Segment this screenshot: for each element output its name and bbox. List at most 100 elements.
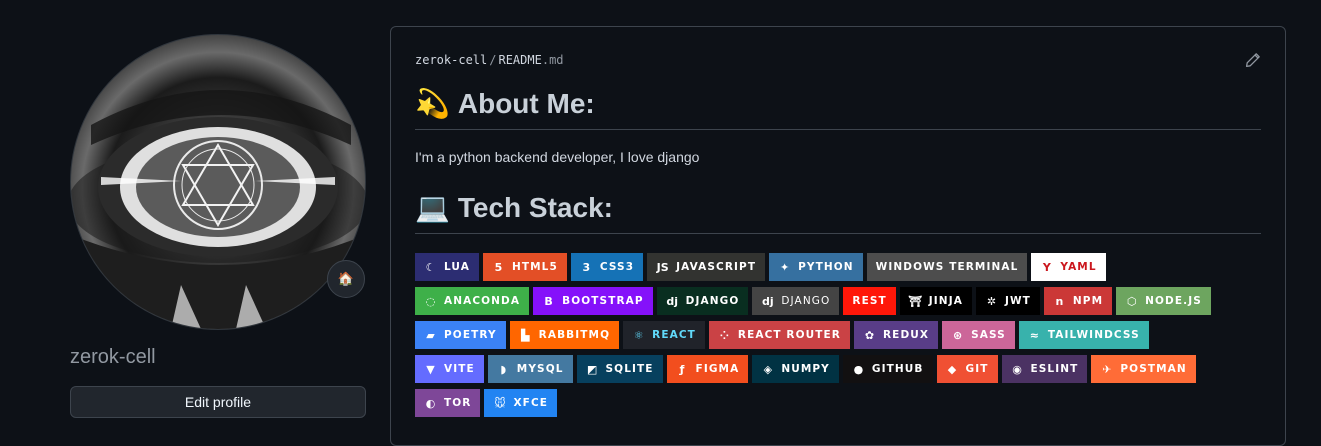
badge-label: GITHUB [871, 363, 924, 375]
badge-tailwindcss[interactable]: ≈ TAILWINDCSS [1018, 321, 1149, 349]
badge-label: SQLITE [605, 363, 654, 375]
badge-lua[interactable]: ☾ LUA [415, 253, 479, 281]
house-icon: 🏠 [337, 271, 355, 286]
badge-label: ANACONDA [444, 295, 521, 307]
avatar-container: 🏠 [70, 34, 366, 330]
file-extension: .md [541, 53, 564, 67]
poetry-icon: ▰ [426, 328, 435, 342]
about-text: I'm a python backend developer, I love d… [415, 149, 700, 165]
badge-javascript[interactable]: JS JAVASCRIPT [647, 253, 766, 281]
badge-django[interactable]: dj DJANGO [656, 287, 749, 315]
badge-git[interactable]: ◆ GIT [936, 355, 998, 383]
django-icon: dj [666, 294, 678, 308]
badge-html5[interactable]: 5 HTML5 [482, 253, 567, 281]
badge-yaml[interactable]: Y YAML [1031, 253, 1106, 281]
badge-numpy[interactable]: ◈ NUMPY [752, 355, 839, 383]
badge-rabbitmq[interactable]: ▙ RABBITMQ [509, 321, 620, 349]
badge-poetry[interactable]: ▰ POETRY [415, 321, 506, 349]
about-heading: 💫 About Me: [415, 87, 1261, 130]
badge-npm[interactable]: n NPM [1043, 287, 1113, 315]
git-icon: ◆ [947, 362, 957, 376]
badge-rest[interactable]: REST [843, 287, 896, 315]
badge-node-js[interactable]: ⬡ NODE.JS [1116, 287, 1211, 315]
badge-figma[interactable]: ƒ FIGMA [666, 355, 749, 383]
readme-path: zerok-cell / README.md [415, 53, 564, 67]
badge-react[interactable]: ⚛ REACT [623, 321, 705, 349]
badge-github[interactable]: ● GITHUB [842, 355, 933, 383]
badge-label: ESLINT [1030, 363, 1079, 375]
badge-label: REACT ROUTER [737, 329, 841, 341]
badge-label: SASS [971, 329, 1006, 341]
badge-row: ▰ POETRY ▙ RABBITMQ ⚛ REACT ⁘ REACT ROUTER ✿ REDU… [415, 321, 1275, 349]
badge-label: XFCE [513, 397, 549, 409]
python-icon: ✦ [780, 260, 790, 274]
npm-icon: n [1055, 294, 1064, 308]
badge-bootstrap[interactable]: B BOOTSTRAP [533, 287, 653, 315]
badge-row: ☾ LUA 5 HTML5 3 CSS3 JS JAVASCRIPT ✦ PYTHON WINDOW… [415, 253, 1275, 281]
badge-label: POETRY [444, 329, 497, 341]
badge-xfce[interactable]: 🐭 XFCE [484, 389, 558, 417]
badge-python[interactable]: ✦ PYTHON [769, 253, 863, 281]
badge-label: REDUX [882, 329, 930, 341]
django-icon: dj [762, 294, 774, 308]
badge-tor[interactable]: ◐ TOR [415, 389, 481, 417]
jinja-icon: ⛩ [908, 294, 923, 308]
badge-label: GIT [965, 363, 989, 375]
css3-icon: 3 [582, 260, 591, 274]
nodejs-icon: ⬡ [1126, 294, 1137, 308]
path-separator: / [489, 53, 497, 67]
status-badge[interactable]: 🏠 [327, 260, 365, 298]
badge-css3[interactable]: 3 CSS3 [570, 253, 644, 281]
badge-label: YAML [1060, 261, 1097, 273]
badge-anaconda[interactable]: ◌ ANACONDA [415, 287, 530, 315]
badge-react-router[interactable]: ⁘ REACT ROUTER [708, 321, 850, 349]
pencil-icon[interactable] [1245, 52, 1261, 68]
badge-redux[interactable]: ✿ REDUX [853, 321, 939, 349]
badge-jinja[interactable]: ⛩ JINJA [899, 287, 972, 315]
badge-label: JINJA [928, 295, 963, 307]
sass-icon: ⊛ [952, 328, 963, 342]
badge-label: VITE [444, 363, 475, 375]
badge-sqlite[interactable]: ◩ SQLITE [576, 355, 663, 383]
figma-icon: ƒ [679, 362, 685, 376]
badge-mysql[interactable]: ◗ MYSQL [487, 355, 573, 383]
tailwind-icon: ≈ [1029, 328, 1039, 342]
badge-label: LUA [444, 261, 470, 273]
badge-django[interactable]: dj DJANGO [752, 287, 840, 315]
badge-vite[interactable]: ▼ VITE [415, 355, 484, 383]
file-name[interactable]: README [498, 53, 541, 67]
bootstrap-icon: B [544, 294, 553, 308]
badge-sass[interactable]: ⊛ SASS [942, 321, 1015, 349]
badge-postman[interactable]: ✈ POSTMAN [1091, 355, 1196, 383]
badge-windows-terminal[interactable]: WINDOWS TERMINAL [866, 253, 1028, 281]
badge-label: REST [852, 295, 887, 307]
redux-icon: ✿ [864, 328, 875, 342]
badge-label: HTML5 [511, 261, 558, 273]
sqlite-icon: ◩ [586, 362, 598, 376]
badge-label: DJANGO [685, 295, 740, 307]
vite-icon: ▼ [426, 362, 435, 376]
readme-card: zerok-cell / README.md 💫 About Me: I'm a py… [390, 26, 1286, 446]
badge-label: TAILWINDCSS [1047, 329, 1140, 341]
edit-profile-button[interactable]: Edit profile [70, 386, 366, 418]
badge-label: RABBITMQ [538, 329, 611, 341]
badge-label: JWT [1004, 295, 1031, 307]
yaml-icon: Y [1042, 260, 1051, 274]
badge-label: NODE.JS [1145, 295, 1202, 307]
badge-jwt[interactable]: ✲ JWT [975, 287, 1040, 315]
avatar[interactable] [70, 34, 366, 330]
xfce-icon: 🐭 [494, 396, 506, 410]
numpy-icon: ◈ [763, 362, 773, 376]
anaconda-icon: ◌ [425, 294, 436, 308]
repo-owner-link[interactable]: zerok-cell [415, 53, 487, 67]
badge-label: PYTHON [798, 261, 854, 273]
avatar-artwork [71, 90, 365, 329]
badge-label: CSS3 [599, 261, 635, 273]
badge-row: ◌ ANACONDA B BOOTSTRAP dj DJANGO dj DJANGO REST ⛩… [415, 287, 1275, 315]
lua-icon: ☾ [425, 260, 436, 274]
react-router-icon: ⁘ [719, 328, 730, 342]
badge-label: POSTMAN [1120, 363, 1187, 375]
tech-badges: ☾ LUA 5 HTML5 3 CSS3 JS JAVASCRIPT ✦ PYTHON WINDOW… [415, 253, 1275, 423]
badge-label: MYSQL [516, 363, 564, 375]
badge-eslint[interactable]: ◉ ESLINT [1001, 355, 1088, 383]
